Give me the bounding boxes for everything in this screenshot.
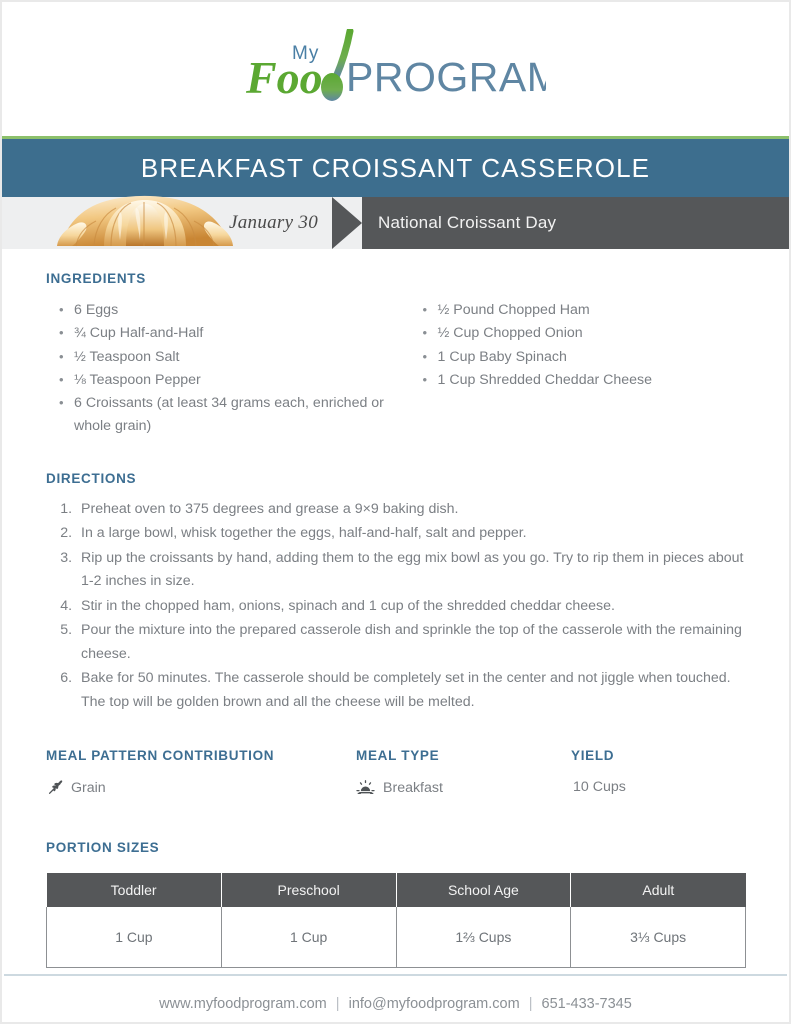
list-item: Bake for 50 minutes. The casserole shoul…	[76, 667, 745, 714]
svg-text:PROGRAM: PROGRAM	[346, 54, 546, 100]
meal-type-value-row: Breakfast	[356, 779, 571, 796]
list-item: Stir in the chopped ham, onions, spinach…	[76, 595, 745, 619]
sunrise-icon	[356, 779, 375, 796]
recipe-content: INGREDIENTS 6 Eggs ¾ Cup Half-and-Half ½…	[2, 271, 789, 969]
brand-logo: My Foo PROGRAM	[2, 2, 789, 136]
title-banner: BREAKFAST CROISSANT CASSEROLE	[2, 139, 789, 197]
list-item: Rip up the croissants by hand, adding th…	[76, 547, 745, 594]
meal-type-value: Breakfast	[383, 779, 443, 796]
list-item: Pour the mixture into the prepared casse…	[76, 619, 745, 666]
list-item: ½ Teaspoon Salt	[59, 345, 396, 369]
yield-block: YIELD 10 Cups	[571, 748, 745, 796]
list-item: 6 Eggs	[59, 298, 396, 322]
holiday-name: National Croissant Day	[378, 213, 557, 232]
meal-pattern-value: Grain	[71, 779, 106, 796]
svg-text:Foo: Foo	[246, 52, 323, 103]
wheat-grain-icon	[46, 779, 63, 796]
column-header-adult: Adult	[570, 873, 746, 908]
list-item: 6 Croissants (at least 34 grams each, en…	[59, 391, 396, 439]
portion-sizes-section: PORTION SIZES Toddler Preschool School A…	[46, 840, 746, 969]
list-item: ⅛ Teaspoon Pepper	[59, 368, 396, 392]
list-item: ¾ Cup Half-and-Half	[59, 321, 396, 345]
list-item: In a large bowl, whisk together the eggs…	[76, 522, 745, 546]
cell-adult-portion: 3⅓ Cups	[570, 907, 746, 969]
cell-preschool-portion: 1 Cup	[220, 907, 397, 969]
meal-pattern-block: MEAL PATTERN CONTRIBUTION Grain	[46, 748, 356, 796]
portion-sizes-heading: PORTION SIZES	[46, 840, 160, 856]
footer: www.myfoodprogram.com | info@myfoodprogr…	[2, 996, 789, 1012]
holiday-date: January 30	[228, 212, 318, 233]
ingredients-column-left: 6 Eggs ¾ Cup Half-and-Half ½ Teaspoon Sa…	[46, 298, 396, 439]
footer-separator-1: |	[335, 996, 340, 1012]
cell-toddler-portion: 1 Cup	[46, 907, 222, 969]
list-item: ½ Pound Chopped Ham	[423, 298, 746, 322]
list-item: 1 Cup Shredded Cheddar Cheese	[423, 368, 746, 392]
logo-graphic: My Foo PROGRAM	[246, 29, 546, 109]
table-header-row: Toddler Preschool School Age Adult	[46, 873, 746, 908]
table-row: 1 Cup 1 Cup 1⅔ Cups 3⅓ Cups	[46, 907, 746, 969]
column-header-school-age: School Age	[396, 873, 572, 908]
meal-type-block: MEAL TYPE Breakfast	[356, 748, 571, 796]
holiday-band: January 30 National Croissant Day	[2, 195, 789, 249]
directions-heading: DIRECTIONS	[46, 470, 137, 486]
footer-divider	[4, 974, 787, 976]
yield-value-row: 10 Cups	[571, 779, 745, 795]
portion-sizes-table: Toddler Preschool School Age Adult 1 Cup…	[46, 873, 746, 969]
ingredients-heading: INGREDIENTS	[46, 271, 146, 286]
column-header-toddler: Toddler	[46, 873, 222, 908]
meal-pattern-heading: MEAL PATTERN CONTRIBUTION	[46, 748, 275, 764]
list-item: Preheat oven to 375 degrees and grease a…	[76, 498, 745, 522]
footer-separator-2: |	[528, 996, 533, 1012]
list-item: 1 Cup Baby Spinach	[423, 345, 746, 369]
meal-type-heading: MEAL TYPE	[356, 748, 440, 764]
yield-value: 10 Cups	[573, 779, 626, 796]
holiday-name-area: National Croissant Day	[362, 197, 789, 249]
meal-pattern-value-row: Grain	[46, 779, 356, 796]
meta-section: MEAL PATTERN CONTRIBUTION Grain MEAL TYP…	[46, 748, 745, 796]
page-title: BREAKFAST CROISSANT CASSEROLE	[140, 152, 651, 183]
recipe-page: My Foo PROGRAM BREAKFAST CROISSANT CASSE…	[0, 0, 791, 1024]
footer-website-link[interactable]: www.myfoodprogram.com	[159, 996, 327, 1012]
cell-school-age-portion: 1⅔ Cups	[395, 907, 572, 969]
date-label-area: January 30	[2, 197, 332, 249]
footer-phone: 651-433-7345	[541, 996, 632, 1012]
directions-section: DIRECTIONS Preheat oven to 375 degrees a…	[46, 471, 745, 715]
chevron-right-icon	[332, 197, 362, 249]
footer-email-link[interactable]: info@myfoodprogram.com	[349, 996, 520, 1012]
column-header-preschool: Preschool	[221, 873, 397, 908]
yield-heading: YIELD	[571, 748, 615, 764]
ingredients-column-right: ½ Pound Chopped Ham ½ Cup Chopped Onion …	[396, 298, 746, 439]
ingredients-section: INGREDIENTS 6 Eggs ¾ Cup Half-and-Half ½…	[46, 271, 745, 439]
list-item: ½ Cup Chopped Onion	[423, 321, 746, 345]
